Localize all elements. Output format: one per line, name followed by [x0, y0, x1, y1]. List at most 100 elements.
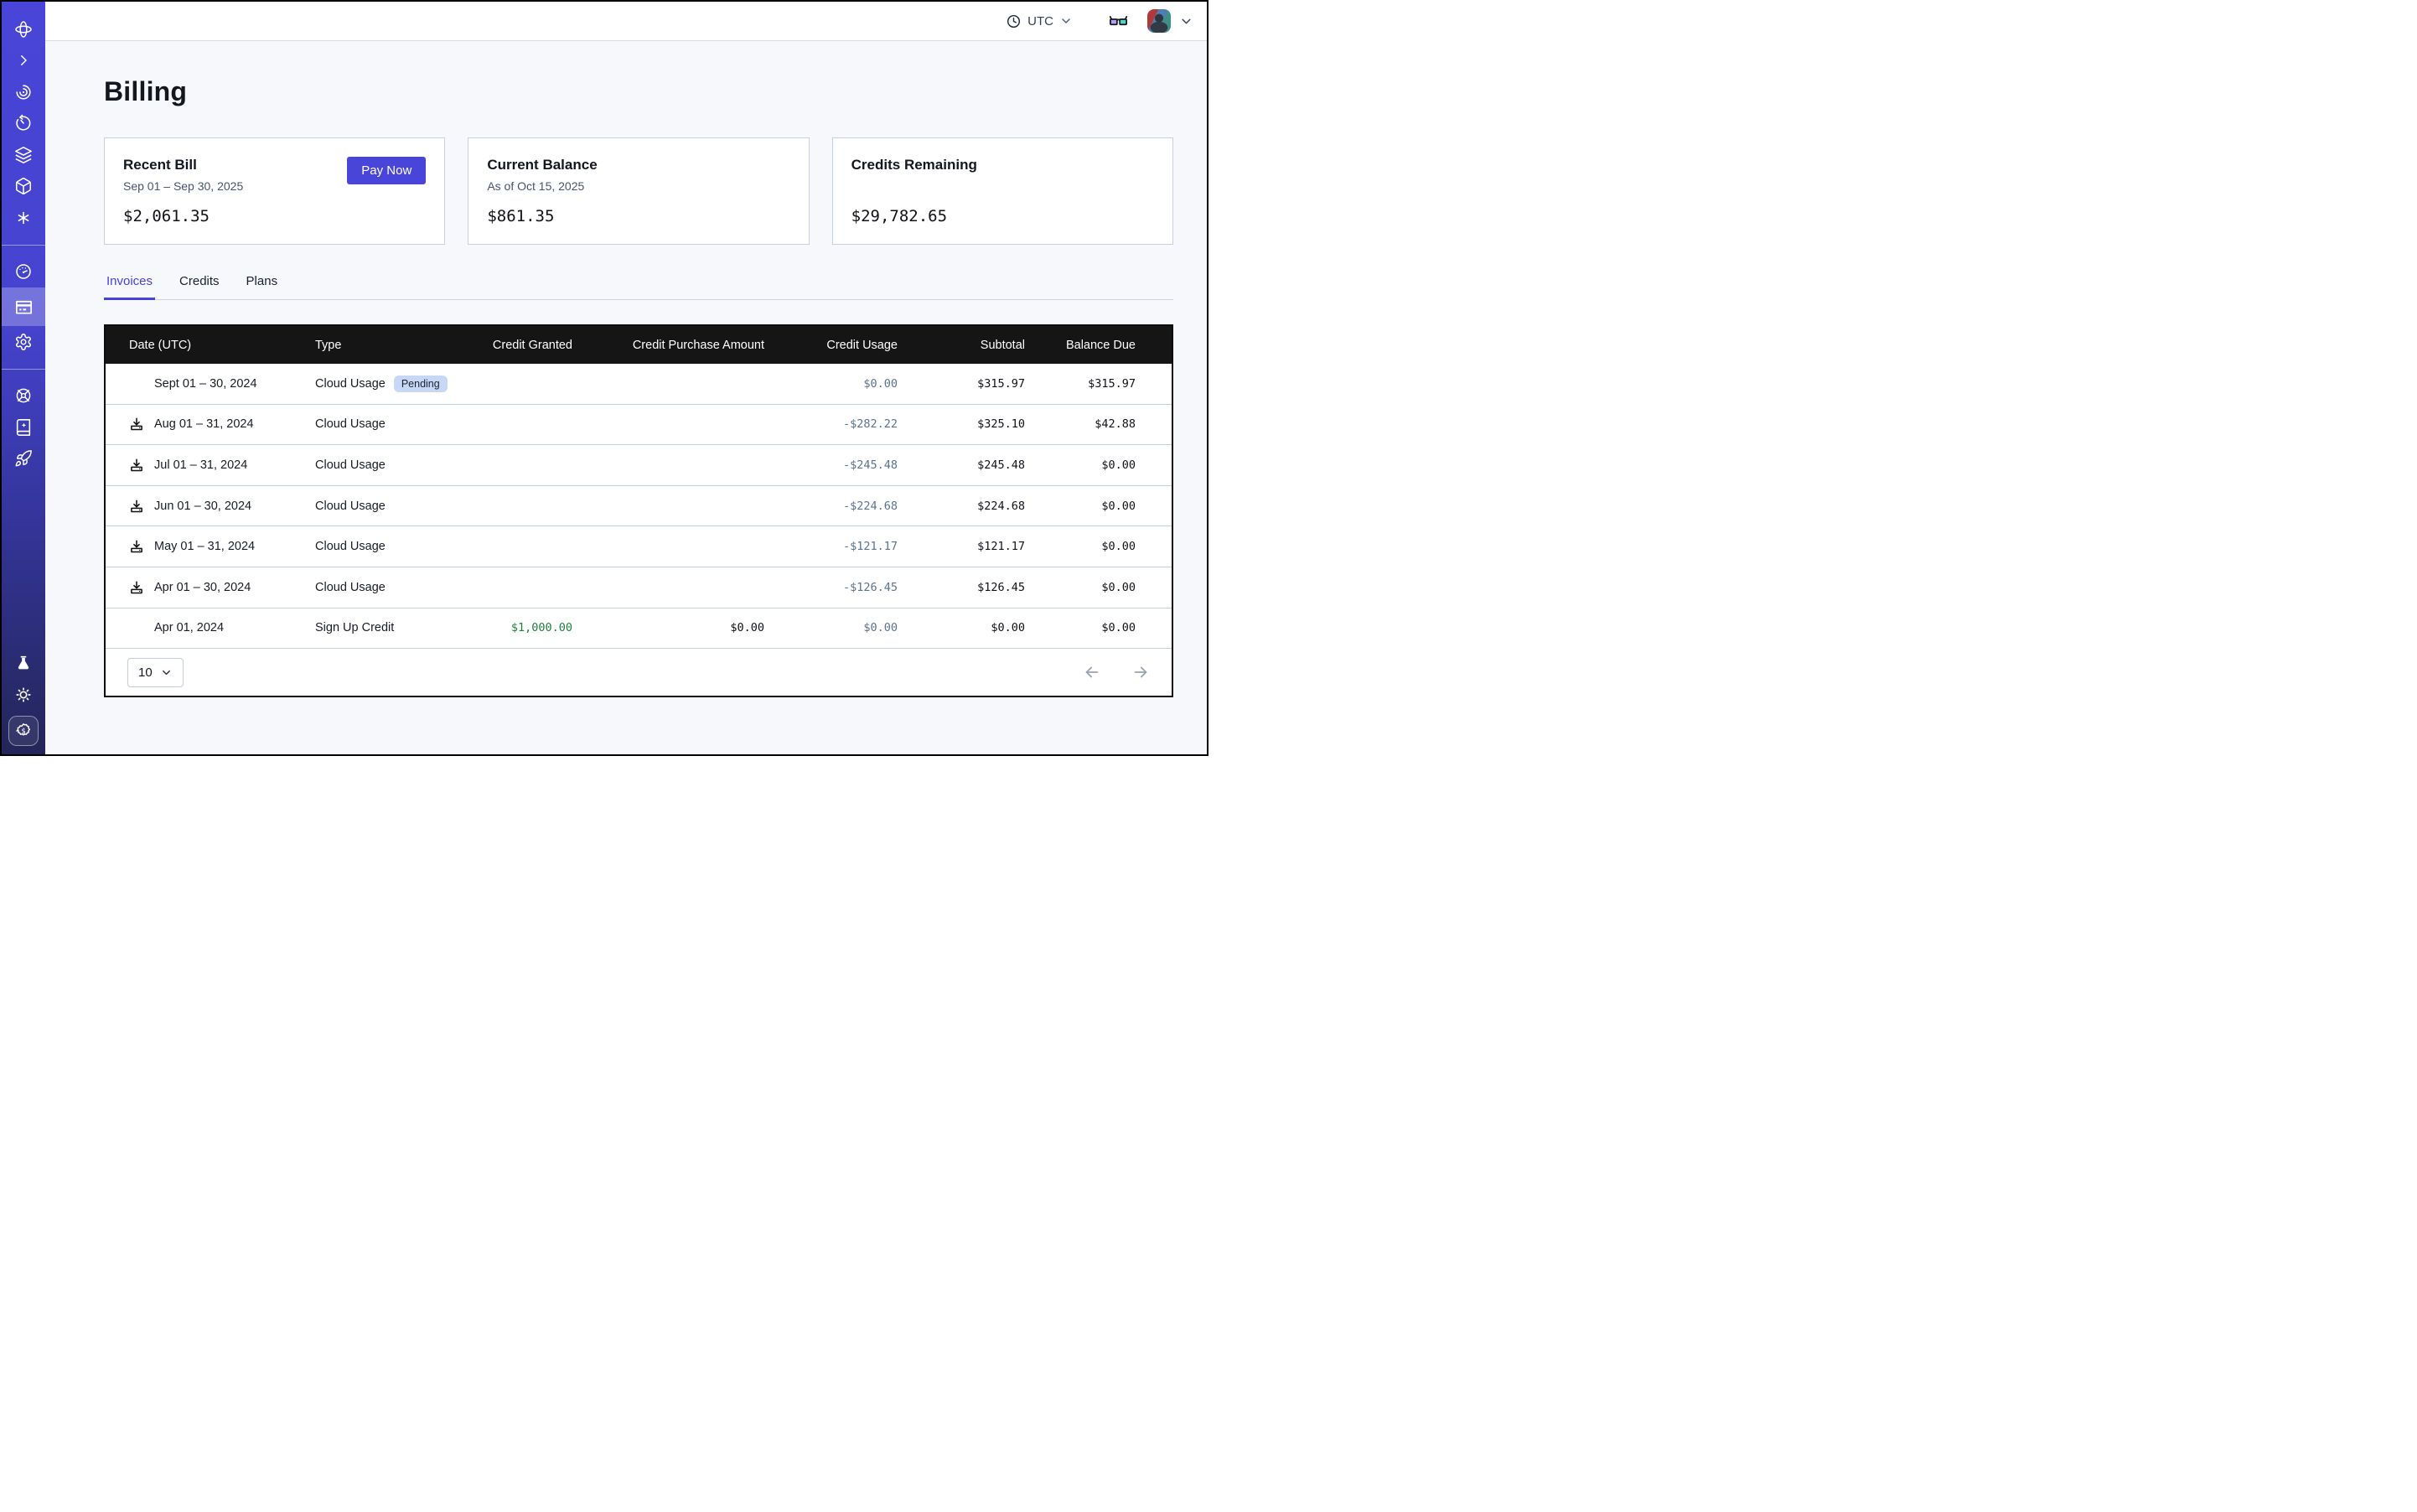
- logo-orbit-icon[interactable]: [2, 13, 45, 45]
- tab-invoices[interactable]: Invoices: [104, 274, 155, 300]
- table-row: Apr 01, 2024 Sign Up Credit $1,000.00 $0…: [106, 608, 1172, 650]
- download-invoice-icon[interactable]: [129, 539, 154, 554]
- credit-usage-value: -$126.45: [764, 581, 898, 594]
- arrow-left-icon: [1083, 663, 1101, 681]
- theme-sun-icon[interactable]: [2, 680, 45, 712]
- invoice-date: Jun 01 – 30, 2024: [154, 500, 315, 513]
- invoice-date: May 01 – 31, 2024: [154, 540, 315, 553]
- credit-usage-value: -$282.22: [764, 417, 898, 431]
- svg-text:$: $: [21, 728, 25, 736]
- timer-icon[interactable]: [2, 108, 45, 140]
- next-page-button[interactable]: [1131, 663, 1150, 681]
- invoice-type: Cloud Usage: [315, 417, 386, 431]
- subtotal-value: $245.48: [898, 458, 1025, 472]
- credits-remaining-amount: $29,782.65: [851, 207, 947, 225]
- chevron-down-icon: [160, 666, 173, 679]
- usage-gauge-icon[interactable]: [2, 256, 45, 288]
- labs-flask-icon[interactable]: [2, 648, 45, 680]
- subtotal-value: $126.45: [898, 581, 1025, 594]
- credit-usage-value: -$245.48: [764, 458, 898, 472]
- recent-bill-amount: $2,061.35: [123, 207, 210, 225]
- table-row: May 01 – 31, 2024 Cloud Usage -$121.17 $…: [106, 526, 1172, 567]
- col-header-credit-granted: Credit Granted: [479, 339, 572, 352]
- credit-usage-value: -$224.68: [764, 500, 898, 513]
- subtotal-value: $315.97: [898, 377, 1025, 391]
- arrow-right-icon: [1131, 663, 1150, 681]
- balance-due-value: $0.00: [1025, 581, 1136, 594]
- current-balance-asof: As of Oct 15, 2025: [487, 179, 597, 193]
- invoice-date: Apr 01, 2024: [154, 621, 315, 634]
- topbar: UTC: [45, 2, 1207, 41]
- tab-credits[interactable]: Credits: [177, 274, 222, 300]
- credit-usage-value: $0.00: [764, 621, 898, 634]
- invoice-date: Apr 01 – 30, 2024: [154, 581, 315, 594]
- rocket-icon[interactable]: [2, 443, 45, 475]
- cube-icon[interactable]: [2, 171, 45, 203]
- invoice-type: Sign Up Credit: [315, 621, 394, 634]
- balance-due-value: $0.00: [1025, 621, 1136, 634]
- download-invoice-icon[interactable]: [129, 580, 154, 595]
- balance-due-value: $42.88: [1025, 417, 1136, 431]
- layers-icon[interactable]: [2, 139, 45, 171]
- billing-tabs: Invoices Credits Plans: [104, 273, 1173, 300]
- page-size-select[interactable]: 10: [127, 658, 184, 687]
- col-header-balance-due: Balance Due: [1025, 339, 1136, 352]
- page-title: Billing: [104, 76, 1173, 107]
- download-invoice-icon[interactable]: [129, 458, 154, 473]
- table-row: Jul 01 – 31, 2024 Cloud Usage -$245.48 $…: [106, 445, 1172, 486]
- invoices-table: Date (UTC) Type Credit Granted Credit Pu…: [104, 324, 1173, 697]
- invoice-date: Aug 01 – 31, 2024: [154, 417, 315, 431]
- balance-due-value: $315.97: [1025, 377, 1136, 391]
- sidebar-divider: [2, 369, 45, 370]
- status-badge: Pending: [394, 375, 448, 393]
- invoice-type: Cloud Usage: [315, 458, 386, 472]
- asterisk-icon[interactable]: [2, 202, 45, 234]
- user-avatar[interactable]: [1147, 9, 1171, 33]
- account-menu-chevron-icon[interactable]: [1179, 14, 1193, 28]
- table-row: Aug 01 – 31, 2024 Cloud Usage -$282.22 $…: [106, 405, 1172, 446]
- subtotal-value: $325.10: [898, 417, 1025, 431]
- sidebar-divider: [2, 245, 45, 246]
- col-header-date: Date (UTC): [129, 339, 315, 352]
- download-invoice-icon[interactable]: [129, 417, 154, 432]
- recent-bill-title: Recent Bill: [123, 157, 243, 173]
- traces-spiral-icon[interactable]: [2, 76, 45, 108]
- invoice-type: Cloud Usage: [315, 581, 386, 594]
- col-header-type: Type: [315, 339, 479, 352]
- main-area: UTC Billing: [45, 2, 1207, 754]
- table-footer: 10: [106, 649, 1172, 696]
- previous-page-button[interactable]: [1083, 663, 1101, 681]
- col-header-credit-usage: Credit Usage: [764, 339, 898, 352]
- credit-usage-value: $0.00: [764, 377, 898, 391]
- app-window: $ UTC: [0, 0, 1208, 756]
- tab-plans[interactable]: Plans: [244, 274, 281, 300]
- invoice-date: Jul 01 – 31, 2024: [154, 458, 315, 472]
- glasses-icon[interactable]: [1108, 11, 1129, 32]
- credits-remaining-title: Credits Remaining: [851, 157, 977, 173]
- table-row: Sept 01 – 30, 2024 Cloud UsagePending $0…: [106, 364, 1172, 405]
- settings-gear-icon[interactable]: [2, 326, 45, 358]
- invoice-type: Cloud Usage: [315, 377, 386, 391]
- support-wheel-icon[interactable]: [2, 381, 45, 412]
- col-header-credit-purchase: Credit Purchase Amount: [572, 339, 764, 352]
- credits-remaining-card: Credits Remaining $29,782.65: [832, 137, 1173, 245]
- earn-credits-button[interactable]: $: [8, 716, 39, 746]
- download-invoice-icon[interactable]: [129, 499, 154, 514]
- col-header-subtotal: Subtotal: [898, 339, 1025, 352]
- balance-due-value: $0.00: [1025, 458, 1136, 472]
- clock-icon: [1006, 13, 1022, 29]
- current-balance-title: Current Balance: [487, 157, 597, 173]
- table-header: Date (UTC) Type Credit Granted Credit Pu…: [106, 326, 1172, 364]
- content: Billing Recent Bill Sep 01 – Sep 30, 202…: [45, 41, 1207, 754]
- current-balance-amount: $861.35: [487, 207, 554, 225]
- subtotal-value: $121.17: [898, 540, 1025, 553]
- sidebar-item-billing[interactable]: [2, 287, 45, 326]
- timezone-selector[interactable]: UTC: [1006, 13, 1073, 29]
- subtotal-value: $0.00: [898, 621, 1025, 634]
- current-balance-card: Current Balance As of Oct 15, 2025 $861.…: [468, 137, 809, 245]
- pay-now-button[interactable]: Pay Now: [347, 157, 426, 184]
- sidebar: $: [2, 2, 45, 754]
- expand-sidebar-chevron-icon[interactable]: [2, 45, 45, 77]
- docs-book-icon[interactable]: [2, 412, 45, 443]
- sidebar-bottom-group: $: [2, 648, 45, 754]
